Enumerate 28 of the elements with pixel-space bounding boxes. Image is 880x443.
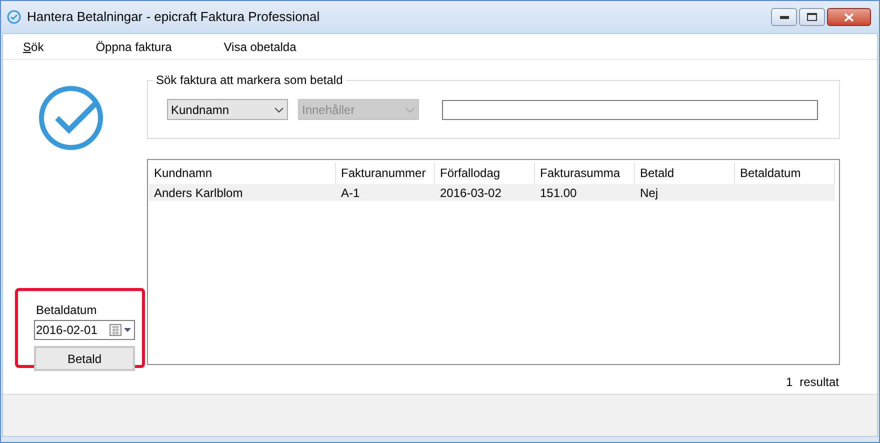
- result-count: 1: [786, 374, 793, 391]
- maximize-button[interactable]: [799, 8, 825, 26]
- menu-item[interactable]: Öppna faktura: [90, 36, 178, 58]
- minimize-button[interactable]: [771, 8, 797, 26]
- group-legend: Sök faktura att markera som betald: [153, 73, 346, 87]
- date-picker[interactable]: 2016-02-01: [34, 320, 135, 340]
- chevron-down-icon: [405, 106, 415, 112]
- close-icon: [844, 12, 854, 22]
- table-cell-text: A-1: [340, 184, 361, 201]
- menu-item[interactable]: Visa obetalda: [218, 36, 302, 58]
- dropdown[interactable]: Kundnamn: [167, 99, 288, 120]
- table-cell-text: 2016-03-02: [439, 184, 502, 201]
- field-label: Betaldatum: [35, 303, 98, 317]
- result-label: resultat: [800, 374, 839, 391]
- search-field[interactable]: [442, 100, 818, 120]
- close-button[interactable]: [827, 8, 871, 26]
- check-circle-icon: [39, 86, 103, 150]
- menu-item[interactable]: Sök: [17, 36, 50, 58]
- chevron-down-icon: [274, 106, 284, 112]
- table-cell-text: Anders Karlblom: [153, 184, 244, 201]
- window-title: Hantera Betalningar - epicraft Faktura Professional: [27, 8, 320, 26]
- minimize-icon: [780, 16, 788, 18]
- maximize-icon: [807, 13, 817, 21]
- table-cell-text: Nej: [639, 184, 660, 201]
- paid-button[interactable]: Betald: [34, 346, 135, 371]
- check-circle-icon: [7, 10, 21, 24]
- calendar-dropdown-icon: [109, 324, 133, 336]
- table-cell-text: 151.00: [539, 184, 578, 201]
